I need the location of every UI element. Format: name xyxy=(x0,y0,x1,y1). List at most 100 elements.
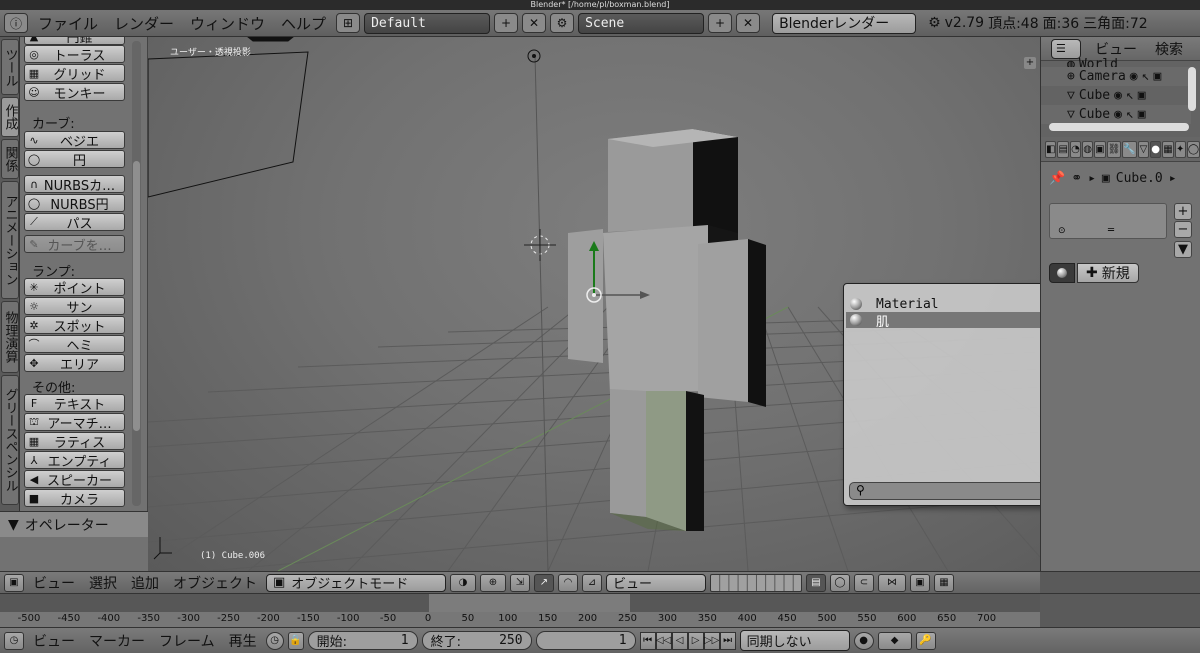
lamp-add-button-4[interactable]: ✥ エリア xyxy=(24,354,125,372)
outliner-v-scrollbar[interactable] xyxy=(1188,67,1196,111)
particles-context-icon[interactable]: ✦ xyxy=(1174,140,1186,158)
material-slot-list[interactable]: ⊙ ═ xyxy=(1049,203,1167,239)
scene-dropdown[interactable]: Scene xyxy=(578,12,705,34)
list-grip-icon[interactable]: ═ xyxy=(1108,225,1114,236)
other-add-button-2[interactable]: ▦ ラティス xyxy=(24,432,125,450)
world-context-icon[interactable]: ◍ xyxy=(1082,140,1094,158)
jump-start-icon[interactable]: ⏮ xyxy=(639,631,656,650)
remove-slot-button[interactable]: − xyxy=(1174,221,1192,238)
visibility-eye-icon[interactable]: ◉ xyxy=(1130,69,1138,84)
timeline[interactable]: -500 -450 -400 -350 -300 -250 -200 -150 -100 -50 0… xyxy=(0,593,1040,627)
timeline-editor-icon[interactable]: ◷ xyxy=(4,631,24,650)
render-camera-icon[interactable]: ▣ xyxy=(1138,107,1146,122)
play-icon[interactable]: ▷ xyxy=(687,631,704,650)
timeline-menu-marker[interactable]: マーカー xyxy=(84,631,150,651)
other-add-button-3[interactable]: ⅄ エンプティ xyxy=(24,451,125,469)
add-scene-icon[interactable]: + xyxy=(708,13,733,33)
pivot-icon[interactable]: ⊕ xyxy=(480,573,506,592)
lamp-add-button-0[interactable]: ✳ ポイント xyxy=(24,278,125,296)
outliner-h-scrollbar[interactable] xyxy=(1049,123,1189,131)
tab-tools[interactable]: ツール xyxy=(1,39,19,95)
nurbs-add-button-0[interactable]: ∩ NURBSカ… xyxy=(24,175,125,193)
proportional-edit-icon[interactable]: ◯ xyxy=(830,573,850,592)
tab-relations[interactable]: 関係 xyxy=(1,139,19,179)
select-cursor-icon[interactable]: ↖ xyxy=(1126,107,1134,122)
render-engine-dropdown[interactable]: Blenderレンダー xyxy=(772,12,917,34)
jump-end-icon[interactable]: ⏭ xyxy=(719,631,736,650)
nurbs-add-button-1[interactable]: ◯ NURBS円 xyxy=(24,194,125,212)
toolshelf-scrollbar[interactable] xyxy=(132,41,141,506)
mode-dropdown[interactable]: ▣ オブジェクトモード xyxy=(266,573,446,592)
visibility-eye-icon[interactable]: ◉ xyxy=(1114,88,1122,103)
play-reverse-icon[interactable]: ◁ xyxy=(671,631,688,650)
outliner-row-cube[interactable]: ▽ Cube ◉ ↖ ▣ xyxy=(1041,86,1191,105)
shading-icon[interactable]: ◑ xyxy=(450,573,476,592)
lock-icon[interactable]: 🔒 xyxy=(287,631,304,650)
sync-mode-dropdown[interactable]: 同期しない xyxy=(739,630,850,651)
menu-window[interactable]: ウィンドウ xyxy=(184,13,271,34)
select-cursor-icon[interactable]: ↖ xyxy=(1142,69,1150,84)
lamp-add-button-3[interactable]: ⌒ ヘミ xyxy=(24,335,125,353)
add-cone-button[interactable]: ▲円錐 xyxy=(24,37,125,45)
manipulator-toggle-icon[interactable]: ⇲ xyxy=(510,573,530,592)
snap-element-icon[interactable]: ⋈ xyxy=(878,573,906,592)
curve-add-button-0[interactable]: ∿ ベジエ xyxy=(24,131,125,149)
view3d-menu-add[interactable]: 追加 xyxy=(126,573,164,593)
mesh-add-button-1[interactable]: ▦ グリッド xyxy=(24,64,125,82)
render-layers-icon[interactable]: ▤ xyxy=(1057,140,1069,158)
outliner-row-camera[interactable]: ⊕ Camera ◉ ↖ ▣ xyxy=(1041,67,1191,86)
end-frame-field[interactable]: 終了: 250 xyxy=(421,631,532,650)
mesh-add-button-2[interactable]: ☺ モンキー xyxy=(24,83,125,101)
material-context-icon[interactable]: ● xyxy=(1150,140,1162,158)
other-add-button-1[interactable]: ⛫ アーマチ… xyxy=(24,413,125,431)
visibility-eye-icon[interactable]: ◉ xyxy=(1114,107,1122,122)
render-camera-icon[interactable]: ▣ xyxy=(1138,88,1146,103)
slot-specials-button[interactable]: ▼ xyxy=(1174,241,1192,258)
menu-file[interactable]: ファイル xyxy=(32,13,104,34)
select-cursor-icon[interactable]: ↖ xyxy=(1126,88,1134,103)
next-keyframe-icon[interactable]: ▷▷ xyxy=(703,631,720,650)
rotate-icon[interactable]: ◠ xyxy=(558,573,578,592)
scale-icon[interactable]: ⊿ xyxy=(582,573,602,592)
lamp-add-button-2[interactable]: ✲ スポット xyxy=(24,316,125,334)
texture-context-icon[interactable]: ▦ xyxy=(1162,140,1174,158)
view3d-menu-view[interactable]: ビュー xyxy=(28,573,80,593)
delete-scene-icon[interactable]: ✕ xyxy=(736,13,761,33)
new-material-button[interactable]: ✚ 新規 xyxy=(1077,263,1139,283)
timeline-menu-frame[interactable]: フレーム xyxy=(154,631,220,651)
render-camera-icon[interactable]: ▣ xyxy=(1153,69,1161,84)
other-add-button-4[interactable]: ◀ スピーカー xyxy=(24,470,125,488)
start-frame-field[interactable]: 開始: 1 xyxy=(307,631,418,650)
lamp-add-button-1[interactable]: ☼ サン xyxy=(24,297,125,315)
outliner-row-cube-2[interactable]: ▽ Cube ◉ ↖ ▣ xyxy=(1041,105,1191,124)
render-context-icon[interactable]: ◧ xyxy=(1045,140,1057,158)
menu-render[interactable]: レンダー xyxy=(108,13,180,34)
operator-panel-header[interactable]: ▼ オペレーター xyxy=(0,511,148,537)
tab-create[interactable]: 作成 xyxy=(1,97,19,137)
screen-layout-icon[interactable]: ⊞ xyxy=(336,13,361,33)
constraints-context-icon[interactable]: ⛓ xyxy=(1106,140,1122,158)
draw-curve-button[interactable]: ✎ カーブを… xyxy=(24,235,125,253)
add-slot-button[interactable]: + xyxy=(1174,203,1192,220)
screen-layout-dropdown[interactable]: Default xyxy=(364,12,491,34)
menu-help[interactable]: ヘルプ xyxy=(275,13,332,34)
view3d-menu-object[interactable]: オブジェクト xyxy=(168,573,262,593)
nurbs-add-button-2[interactable]: ⟋ パス xyxy=(24,213,125,231)
layer-buttons[interactable] xyxy=(710,573,802,592)
orientation-dropdown[interactable]: ビュー xyxy=(606,573,706,592)
pin-icon[interactable]: 📌 xyxy=(1049,171,1065,186)
timeline-menu-view[interactable]: ビュー xyxy=(28,631,80,651)
curve-add-button-1[interactable]: ◯ 円 xyxy=(24,150,125,168)
scene-icon[interactable]: ⚙ xyxy=(550,13,575,33)
other-add-button-5[interactable]: ■ カメラ xyxy=(24,489,125,507)
render-preview-icon[interactable]: ▣ xyxy=(910,573,930,592)
editor-type-icon[interactable]: ▣ xyxy=(4,573,24,592)
resize-grip-icon[interactable]: ⊙ xyxy=(1058,226,1066,236)
clock-icon[interactable]: ◷ xyxy=(265,631,284,650)
timeline-menu-playback[interactable]: 再生 xyxy=(224,631,262,651)
prev-keyframe-icon[interactable]: ◁◁ xyxy=(655,631,672,650)
record-icon[interactable]: ● xyxy=(853,631,874,650)
delete-screen-icon[interactable]: ✕ xyxy=(522,13,547,33)
scrollbar-thumb[interactable] xyxy=(133,161,140,431)
render-animation-icon[interactable]: ▦ xyxy=(934,573,954,592)
